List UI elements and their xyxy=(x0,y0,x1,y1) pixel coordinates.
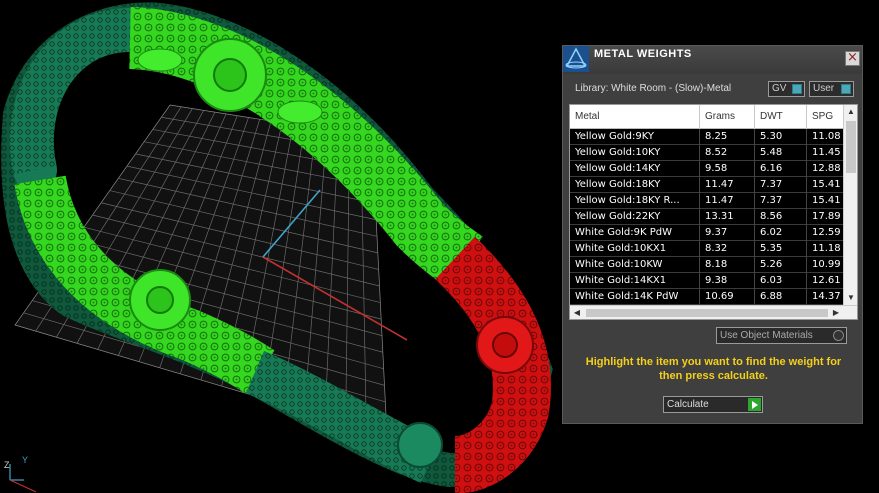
table-cell: 14.37 xyxy=(807,289,843,305)
table-cell: 5.30 xyxy=(755,129,807,145)
table-cell: 11.47 xyxy=(700,193,755,209)
use-object-materials-label: Use Object Materials xyxy=(720,330,813,341)
table-cell: 8.56 xyxy=(755,209,807,225)
metal-table: Metal Grams DWT SPG Yellow Gold:9KY 8.25 5… xyxy=(569,104,858,320)
table-cell: 9.38 xyxy=(700,273,755,289)
toggle-knob-icon xyxy=(792,84,802,94)
table-cell: Yellow Gold:18KY xyxy=(570,177,700,193)
gv-toggle[interactable]: GV xyxy=(768,81,805,97)
panel-title-bar[interactable]: METAL WEIGHTS × xyxy=(563,46,862,74)
table-row[interactable]: Yellow Gold:18KY 11.47 7.37 15.41 xyxy=(570,177,843,193)
table-cell: 6.03 xyxy=(755,273,807,289)
table-cell: 8.52 xyxy=(700,145,755,161)
app-logo-icon xyxy=(563,46,589,72)
table-cell: 8.18 xyxy=(700,257,755,273)
table-cell: 9.58 xyxy=(700,161,755,177)
table-row[interactable]: White Gold:10KW 8.18 5.26 10.99 xyxy=(570,257,843,273)
table-cell: 11.45 xyxy=(807,145,843,161)
table-cell: 7.37 xyxy=(755,177,807,193)
scroll-right-icon[interactable]: ▶ xyxy=(829,306,843,319)
metal-weights-panel: METAL WEIGHTS × Library: White Room - (S… xyxy=(562,45,863,424)
column-header-dwt[interactable]: DWT xyxy=(755,105,807,129)
table-cell: 11.18 xyxy=(807,241,843,257)
table-cell: 11.08 xyxy=(807,129,843,145)
table-cell: Yellow Gold:22KY xyxy=(570,209,700,225)
table-header: Metal Grams DWT SPG xyxy=(570,105,847,129)
close-button[interactable]: × xyxy=(845,51,860,66)
table-cell: 15.41 xyxy=(807,193,843,209)
table-cell: Yellow Gold:18KY R... xyxy=(570,193,700,209)
axis-triad: Z Y xyxy=(4,455,37,493)
scroll-up-icon[interactable]: ▲ xyxy=(844,105,857,119)
use-object-materials-option[interactable]: Use Object Materials xyxy=(716,327,847,344)
column-header-metal[interactable]: Metal xyxy=(570,105,700,129)
table-row[interactable]: Yellow Gold:14KY 9.58 6.16 12.88 xyxy=(570,161,843,177)
table-row[interactable]: Yellow Gold:18KY R... 11.47 7.37 15.41 xyxy=(570,193,843,209)
table-cell: 10.69 xyxy=(700,289,755,305)
scroll-left-icon[interactable]: ◀ xyxy=(570,306,584,319)
table-cell: White Gold:9K PdW xyxy=(570,225,700,241)
table-cell: 7.37 xyxy=(755,193,807,209)
scroll-thumb-horizontal[interactable] xyxy=(586,309,828,317)
table-cell: 5.48 xyxy=(755,145,807,161)
table-cell: White Gold:10KW xyxy=(570,257,700,273)
table-cell: White Gold:14K PdW xyxy=(570,289,700,305)
vertical-scrollbar[interactable]: ▲ ▼ xyxy=(843,105,857,305)
play-arrow-icon xyxy=(748,398,761,411)
table-cell: 8.25 xyxy=(700,129,755,145)
calculate-button[interactable]: Calculate xyxy=(663,396,763,413)
table-row[interactable]: White Gold:14K PdW 10.69 6.88 14.37 xyxy=(570,289,843,305)
table-cell: Yellow Gold:14KY xyxy=(570,161,700,177)
scroll-thumb[interactable] xyxy=(846,121,856,173)
radio-icon xyxy=(833,330,844,341)
user-toggle-label: User xyxy=(813,83,835,94)
table-cell: 5.26 xyxy=(755,257,807,273)
axis-z-label: Z xyxy=(4,460,10,470)
user-toggle[interactable]: User xyxy=(809,81,854,97)
table-row[interactable]: Yellow Gold:22KY 13.31 8.56 17.89 xyxy=(570,209,843,225)
table-cell: 12.88 xyxy=(807,161,843,177)
instructions-text: Highlight the item you want to find the … xyxy=(585,356,842,382)
table-row[interactable]: White Gold:10KX1 8.32 5.35 11.18 xyxy=(570,241,843,257)
table-cell: Yellow Gold:10KY xyxy=(570,145,700,161)
calculate-label: Calculate xyxy=(667,399,709,410)
column-header-spg[interactable]: SPG xyxy=(807,105,847,129)
scroll-down-icon[interactable]: ▼ xyxy=(844,291,857,305)
table-cell: Yellow Gold:9KY xyxy=(570,129,700,145)
table-cell: 15.41 xyxy=(807,177,843,193)
table-cell: 11.47 xyxy=(700,177,755,193)
table-row[interactable]: White Gold:14KX1 9.38 6.03 12.61 xyxy=(570,273,843,289)
table-body: Yellow Gold:9KY 8.25 5.30 11.08 Yellow Gold:… xyxy=(570,129,843,305)
horizontal-scrollbar[interactable]: ◀ ▶ xyxy=(570,305,857,319)
table-cell: 12.59 xyxy=(807,225,843,241)
table-row[interactable]: Yellow Gold:9KY 8.25 5.30 11.08 xyxy=(570,129,843,145)
table-cell: White Gold:10KX1 xyxy=(570,241,700,257)
axis-y-label: Y xyxy=(22,455,28,465)
table-cell: 9.37 xyxy=(700,225,755,241)
table-cell: White Gold:14KX1 xyxy=(570,273,700,289)
table-cell: 17.89 xyxy=(807,209,843,225)
table-cell: 6.16 xyxy=(755,161,807,177)
table-cell: 6.02 xyxy=(755,225,807,241)
toggle-knob-icon xyxy=(841,84,851,94)
table-cell: 10.99 xyxy=(807,257,843,273)
panel-title: METAL WEIGHTS xyxy=(594,48,692,60)
table-row[interactable]: White Gold:9K PdW 9.37 6.02 12.59 xyxy=(570,225,843,241)
table-cell: 6.88 xyxy=(755,289,807,305)
table-cell: 12.61 xyxy=(807,273,843,289)
library-label: Library: White Room - (Slow)-Metal xyxy=(575,83,732,94)
column-header-grams[interactable]: Grams xyxy=(700,105,755,129)
table-cell: 5.35 xyxy=(755,241,807,257)
table-cell: 13.31 xyxy=(700,209,755,225)
gv-toggle-label: GV xyxy=(772,83,787,94)
table-cell: 8.32 xyxy=(700,241,755,257)
table-row[interactable]: Yellow Gold:10KY 8.52 5.48 11.45 xyxy=(570,145,843,161)
